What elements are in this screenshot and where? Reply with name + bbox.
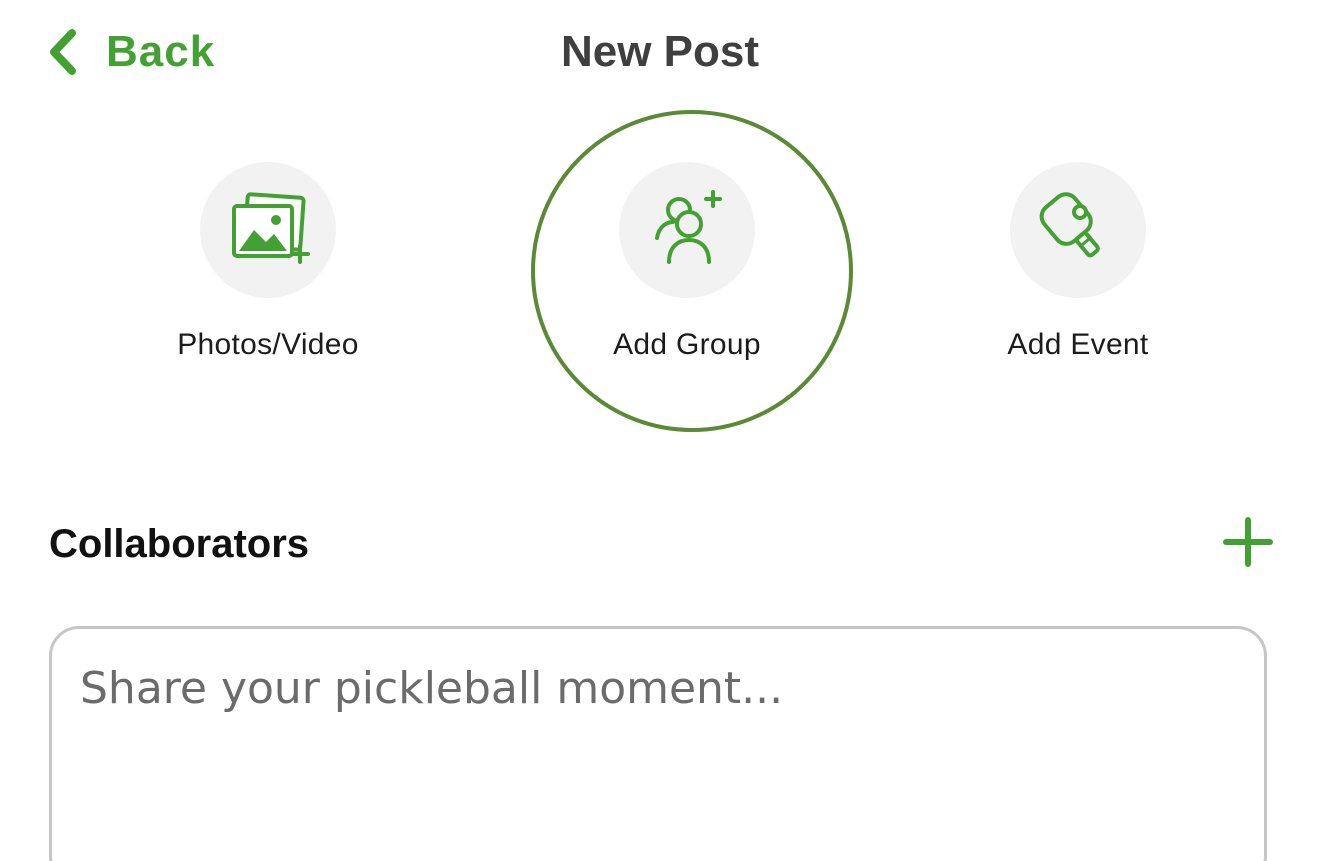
- add-event-icon-circle: [1010, 162, 1146, 298]
- plus-icon[interactable]: [1218, 512, 1278, 572]
- pickleball-paddle-icon: [1039, 192, 1100, 258]
- photos-video-button[interactable]: Photos/Video: [118, 162, 418, 362]
- add-group-icon-circle: [619, 162, 755, 298]
- add-event-button[interactable]: Add Event: [928, 162, 1228, 362]
- add-group-button[interactable]: Add Group: [537, 162, 837, 362]
- post-text-input[interactable]: [49, 626, 1267, 861]
- photo-gallery-add-icon: [232, 192, 310, 264]
- photos-video-label: Photos/Video: [177, 328, 359, 361]
- page-title: New Post: [560, 27, 760, 76]
- add-user-icon: [655, 190, 722, 264]
- new-post-screen: Back New Post Photos/Video Add Group Add…: [0, 0, 1320, 861]
- photos-video-icon-circle: [200, 162, 336, 298]
- collaborators-title: Collaborators: [49, 522, 310, 566]
- add-group-label: Add Group: [613, 328, 761, 361]
- add-event-label: Add Event: [1007, 328, 1149, 361]
